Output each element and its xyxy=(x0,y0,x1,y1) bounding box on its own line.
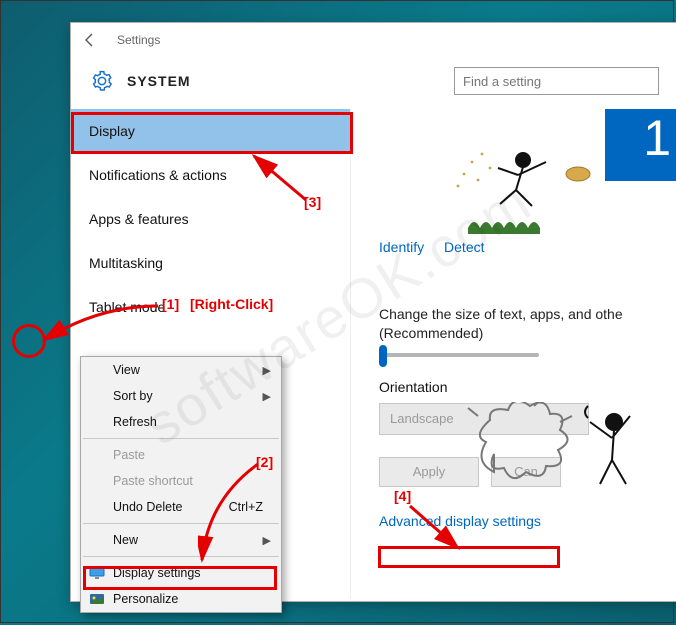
sidebar-item-tablet[interactable]: Tablet mode xyxy=(71,285,350,329)
ctx-undo-delete[interactable]: Undo Delete Ctrl+Z xyxy=(81,494,281,520)
gear-icon xyxy=(91,70,113,92)
orientation-dropdown[interactable]: Landscape xyxy=(379,403,589,435)
ctx-separator xyxy=(83,438,279,439)
cancel-button[interactable]: Can xyxy=(491,457,561,487)
button-row: Apply Can xyxy=(379,457,676,487)
page-title: SYSTEM xyxy=(127,73,191,89)
orientation-label: Orientation xyxy=(379,379,676,395)
chevron-right-icon: ▶ xyxy=(263,364,271,377)
header-row: SYSTEM xyxy=(71,57,676,109)
slider-thumb[interactable] xyxy=(379,345,387,367)
apply-button[interactable]: Apply xyxy=(379,457,479,487)
illustration-area: Identify Detect xyxy=(379,119,676,259)
titlebar: Settings xyxy=(71,23,676,57)
main-pane: 1 Identify Detect Change the size of tex… xyxy=(351,109,676,599)
personalize-icon xyxy=(89,591,105,607)
ctx-separator xyxy=(83,523,279,524)
advanced-display-link[interactable]: Advanced display settings xyxy=(379,513,676,529)
sidebar-item-apps[interactable]: Apps & features xyxy=(71,197,350,241)
orientation-value: Landscape xyxy=(390,411,454,426)
search-wrap xyxy=(454,67,659,95)
chevron-right-icon: ▶ xyxy=(263,390,271,403)
ctx-separator xyxy=(83,556,279,557)
search-input[interactable] xyxy=(454,67,659,95)
sidebar-item-label: Tablet mode xyxy=(89,299,165,315)
chevron-right-icon: ▶ xyxy=(263,534,271,547)
sidebar-item-label: Multitasking xyxy=(89,255,163,271)
ctx-shortcut: Ctrl+Z xyxy=(229,500,263,514)
window-title: Settings xyxy=(117,33,160,47)
sidebar-item-label: Apps & features xyxy=(89,211,189,227)
sidebar-item-display[interactable]: Display xyxy=(71,109,350,153)
sidebar-item-multitasking[interactable]: Multitasking xyxy=(71,241,350,285)
detect-link[interactable]: Detect xyxy=(444,239,484,255)
desktop-context-menu: View ▶ Sort by ▶ Refresh Paste Paste sho… xyxy=(80,356,282,613)
scale-text: Change the size of text, apps, and othe … xyxy=(379,305,676,343)
sidebar-item-label: Notifications & actions xyxy=(89,167,227,183)
ctx-refresh[interactable]: Refresh xyxy=(81,409,281,435)
ctx-new[interactable]: New ▶ xyxy=(81,527,281,553)
ctx-sort-by[interactable]: Sort by ▶ xyxy=(81,383,281,409)
identify-detect-links: Identify Detect xyxy=(379,239,501,255)
ctx-view[interactable]: View ▶ xyxy=(81,357,281,383)
monitor-icon xyxy=(89,565,105,581)
ctx-paste-shortcut: Paste shortcut xyxy=(81,468,281,494)
ctx-personalize[interactable]: Personalize xyxy=(81,586,281,612)
sidebar-item-label: Display xyxy=(89,123,135,139)
identify-link[interactable]: Identify xyxy=(379,239,424,255)
ctx-paste: Paste xyxy=(81,442,281,468)
scale-slider[interactable] xyxy=(379,353,539,357)
ctx-display-settings[interactable]: Display settings xyxy=(81,560,281,586)
sidebar-item-notifications[interactable]: Notifications & actions xyxy=(71,153,350,197)
arrow-left-icon xyxy=(82,32,98,48)
back-button[interactable] xyxy=(77,27,103,53)
